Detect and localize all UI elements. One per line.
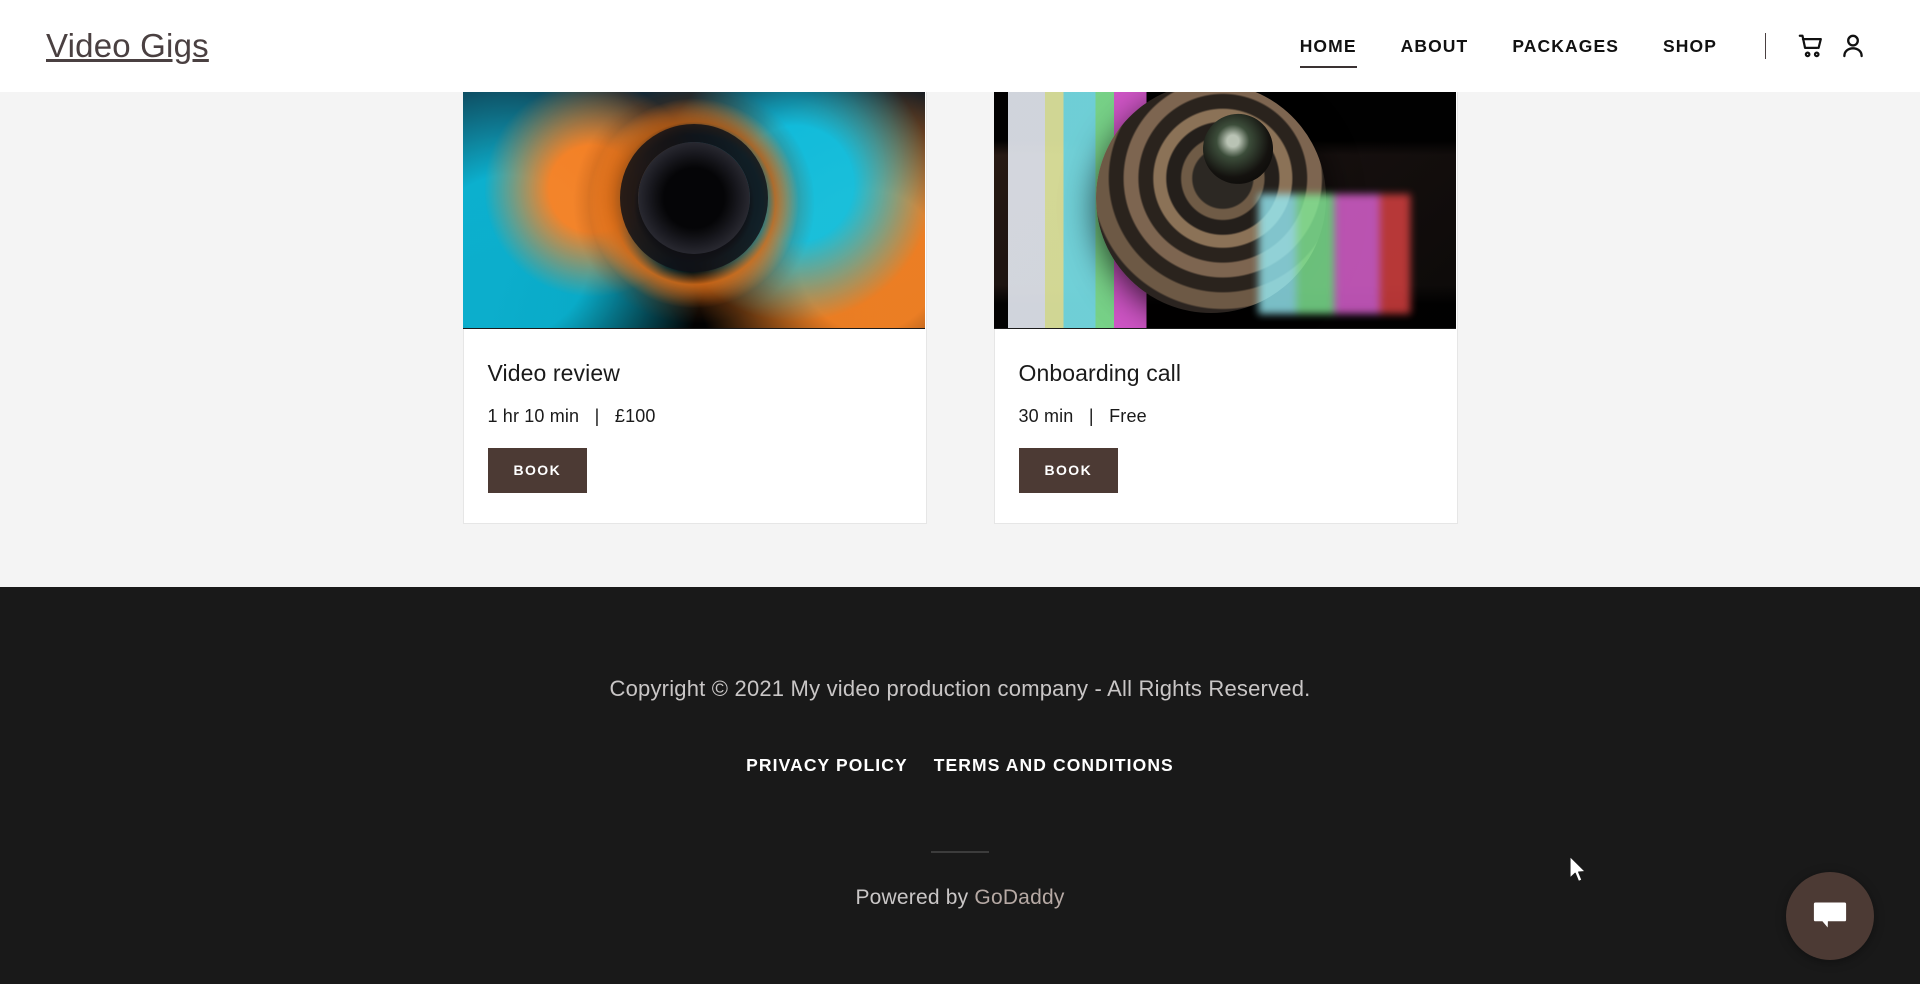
service-card-body: Video review 1 hr 10 min | £100 BOOK bbox=[464, 329, 926, 523]
service-card-list: Video review 1 hr 10 min | £100 BOOK Onb… bbox=[0, 88, 1920, 524]
powered-by-prefix: Powered by bbox=[855, 886, 975, 909]
site-header: Video Gigs HOME ABOUT PACKAGES SHOP bbox=[0, 0, 1920, 92]
cart-button[interactable] bbox=[1790, 25, 1832, 67]
user-account-icon bbox=[1839, 32, 1867, 60]
service-card[interactable]: Onboarding call 30 min | Free BOOK bbox=[993, 88, 1458, 524]
account-button[interactable] bbox=[1832, 25, 1874, 67]
site-logo[interactable]: Video Gigs bbox=[46, 22, 209, 70]
camera-lens-photo bbox=[993, 88, 1456, 328]
chat-widget-button[interactable] bbox=[1786, 872, 1874, 960]
shopping-cart-icon bbox=[1797, 32, 1825, 60]
service-title: Onboarding call bbox=[1018, 360, 1182, 386]
nav-item-home[interactable]: HOME bbox=[1278, 31, 1379, 68]
service-card[interactable]: Video review 1 hr 10 min | £100 BOOK bbox=[462, 88, 927, 524]
powered-by-text: Powered by GoDaddy bbox=[0, 883, 1920, 913]
services-section: Video review 1 hr 10 min | £100 BOOK Onb… bbox=[0, 88, 1920, 587]
service-meta: 30 min | Free bbox=[1018, 406, 1147, 426]
godaddy-link[interactable]: GoDaddy bbox=[974, 886, 1064, 909]
service-card-image bbox=[993, 88, 1456, 329]
nav-item-about[interactable]: ABOUT bbox=[1379, 31, 1491, 61]
service-card-body: Onboarding call 30 min | Free BOOK bbox=[995, 329, 1457, 523]
copyright-text: Copyright © 2021 My video production com… bbox=[609, 676, 1311, 701]
camera-lens-photo bbox=[462, 88, 925, 328]
nav-item-packages[interactable]: PACKAGES bbox=[1490, 31, 1641, 61]
book-button[interactable]: BOOK bbox=[1018, 448, 1119, 493]
privacy-policy-link[interactable]: PRIVACY POLICY bbox=[746, 753, 908, 777]
service-card-image bbox=[462, 88, 925, 329]
terms-and-conditions-link[interactable]: TERMS AND CONDITIONS bbox=[934, 753, 1174, 777]
nav-separator bbox=[1765, 33, 1766, 59]
primary-navigation: HOME ABOUT PACKAGES SHOP bbox=[1278, 0, 1874, 92]
service-meta: 1 hr 10 min | £100 bbox=[487, 406, 656, 426]
page-root: Video Gigs HOME ABOUT PACKAGES SHOP Vide… bbox=[0, 0, 1920, 984]
colour-flare-shape bbox=[1247, 193, 1438, 314]
service-title: Video review bbox=[487, 360, 620, 386]
footer-divider bbox=[931, 851, 989, 853]
footer-link-list: PRIVACY POLICY TERMS AND CONDITIONS bbox=[0, 753, 1920, 777]
nav-item-shop[interactable]: SHOP bbox=[1641, 31, 1739, 61]
chat-bubble-icon bbox=[1810, 895, 1850, 938]
book-button[interactable]: BOOK bbox=[487, 448, 588, 493]
site-footer: Copyright © 2021 My video production com… bbox=[0, 587, 1920, 984]
